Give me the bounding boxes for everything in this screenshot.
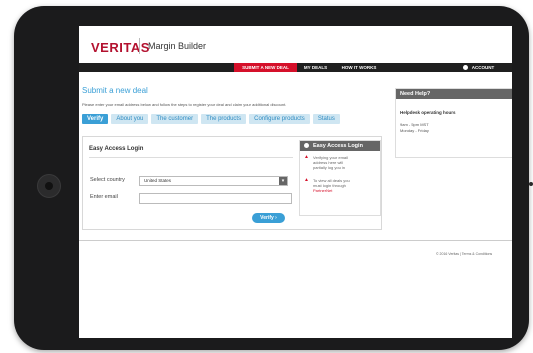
account-icon: [462, 65, 468, 71]
step-tabs: Verify About you The customer The produc…: [82, 114, 340, 124]
eal-item-verify-text: Verifying your email address here will p…: [313, 155, 348, 170]
verify-button-label: Verify: [260, 215, 274, 221]
nav-submit-new-deal[interactable]: SUBMIT A NEW DEAL: [234, 63, 297, 72]
step-about-you[interactable]: About you: [111, 114, 149, 124]
site-header: VERITAS Margin Builder: [79, 26, 512, 60]
login-title: Easy Access Login: [89, 146, 144, 152]
step-verify[interactable]: Verify: [82, 114, 109, 124]
step-configure-products[interactable]: Configure products: [249, 114, 310, 124]
help-days: Monday - Friday: [400, 128, 429, 133]
nav-how-it-works[interactable]: HOW IT WORKS: [334, 63, 384, 72]
email-label: Enter email: [90, 194, 118, 200]
login-divider: [89, 157, 293, 158]
step-the-customer[interactable]: The customer: [151, 114, 199, 124]
country-label: Select country: [90, 177, 125, 183]
help-title: Need Help?: [396, 89, 512, 99]
arrow-right-icon: ›: [275, 215, 277, 221]
app-screen: VERITAS Margin Builder SUBMIT A NEW DEAL…: [79, 26, 512, 338]
veritas-logo[interactable]: VERITAS: [91, 40, 150, 55]
help-hours: 9am - 5pm MST: [400, 122, 429, 127]
camera-icon: [37, 174, 61, 198]
easy-access-title: Easy Access Login: [313, 143, 363, 149]
easy-access-header: Easy Access Login: [300, 141, 380, 151]
nav-account-label: ACCOUNT: [471, 65, 495, 70]
chevron-down-icon[interactable]: ▾: [279, 177, 287, 185]
easy-access-panel: Easy Access Login ▲ Verifying your email…: [299, 140, 381, 216]
nav-my-deals[interactable]: MY DEALS: [299, 63, 332, 72]
step-the-products[interactable]: The products: [201, 114, 247, 124]
info-dot-icon: [304, 143, 309, 149]
footer-divider: [79, 240, 512, 241]
partnernet-link[interactable]: PartnerNet: [313, 188, 332, 193]
step-status[interactable]: Status: [312, 114, 340, 124]
eal-item-login-text: To view all deals you must login through…: [313, 178, 357, 193]
nav-account[interactable]: ACCOUNT: [451, 63, 506, 72]
sensor-dot: [529, 182, 533, 186]
help-box: Need Help? Helpdesk operating hours 9am …: [395, 88, 512, 158]
country-select-value: United States: [144, 178, 172, 183]
email-field[interactable]: [139, 193, 292, 204]
footer-text[interactable]: © 2016 Veritas | Terms & Conditions: [436, 252, 492, 256]
help-subtitle: Helpdesk operating hours: [400, 110, 456, 115]
warning-icon: ▲: [304, 154, 309, 160]
logo-divider: [139, 38, 140, 54]
eal-login-text: To view all deals you must login through: [313, 178, 350, 188]
warning-icon: ▲: [304, 177, 309, 183]
intro-text: Please enter your email address below an…: [82, 102, 287, 107]
product-name: Margin Builder: [148, 41, 207, 51]
login-box: Easy Access Login Select country United …: [82, 136, 382, 230]
tablet-frame: VERITAS Margin Builder SUBMIT A NEW DEAL…: [14, 6, 533, 350]
verify-button[interactable]: Verify ›: [252, 213, 285, 223]
country-select[interactable]: United States ▾: [139, 176, 288, 186]
page-title: Submit a new deal: [82, 86, 148, 95]
top-navbar: SUBMIT A NEW DEAL MY DEALS HOW IT WORKS …: [79, 63, 512, 72]
